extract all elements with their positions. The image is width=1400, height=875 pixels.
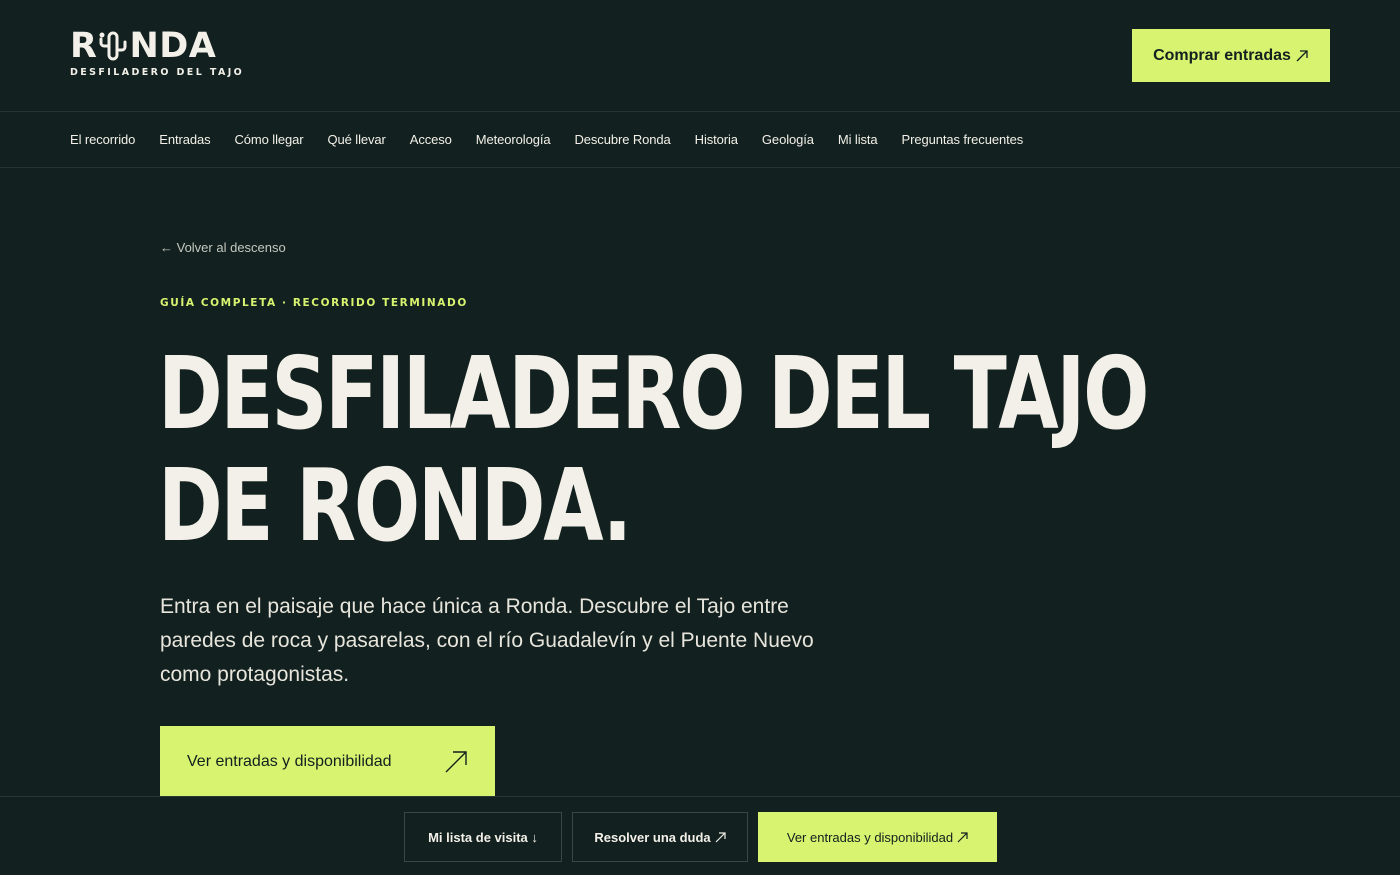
nav-item-recorrido[interactable]: El recorrido	[70, 132, 135, 147]
page-title-line-2: DE RONDA.	[158, 447, 632, 564]
cactus-logo-icon	[99, 31, 127, 61]
logo-letter-r: R	[70, 26, 98, 66]
nav-item-mi-lista[interactable]: Mi lista	[838, 132, 878, 147]
hero-description: Entra en el paisaje que hace única a Ron…	[160, 595, 814, 686]
buy-tickets-label: Comprar entradas	[1153, 46, 1291, 64]
ask-question-button[interactable]: Resolver una duda	[572, 812, 748, 862]
nav-item-acceso[interactable]: Acceso	[410, 132, 452, 147]
page-title-line-1: DESFILADERO DEL TAJO	[158, 335, 1149, 452]
sticky-action-bar: Mi lista de visita ↓ Resolver una duda V…	[0, 796, 1400, 875]
arrow-up-right-icon	[1296, 49, 1308, 61]
site-header: R NDA DESFILADERO DEL TAJO Comprar entra…	[0, 0, 1400, 112]
logo-subtitle: DESFILADERO DEL TAJO	[70, 67, 245, 78]
page-title: DESFILADERO DEL TAJO DE RONDA.	[158, 335, 1149, 564]
arrow-up-right-icon	[957, 831, 968, 842]
page: R NDA DESFILADERO DEL TAJO Comprar entra…	[0, 0, 1400, 875]
nav-item-entradas[interactable]: Entradas	[159, 132, 210, 147]
visit-list-button[interactable]: Mi lista de visita ↓	[404, 812, 562, 862]
view-tickets-label: Ver entradas y disponibilidad	[187, 753, 392, 770]
logo-letters-nda: NDA	[129, 26, 217, 66]
arrow-up-right-icon	[715, 831, 726, 842]
arrow-up-right-icon	[445, 751, 467, 773]
ask-question-label: Resolver una duda	[594, 829, 711, 845]
nav-item-que-llevar[interactable]: Qué llevar	[328, 132, 386, 147]
back-link[interactable]: ← Volver al descenso	[160, 240, 286, 255]
bottom-view-tickets-label: Ver entradas y disponibilidad	[786, 829, 954, 845]
nav-item-meteorologia[interactable]: Meteorología	[476, 132, 551, 147]
bottom-view-tickets-button[interactable]: Ver entradas y disponibilidad	[758, 812, 997, 862]
nav-item-historia[interactable]: Historia	[695, 132, 738, 147]
nav-item-geologia[interactable]: Geología	[762, 132, 814, 147]
nav-item-preguntas[interactable]: Preguntas frecuentes	[902, 132, 1024, 147]
visit-list-label: Mi lista de visita ↓	[428, 829, 538, 845]
view-tickets-button[interactable]: Ver entradas y disponibilidad	[160, 726, 495, 798]
buy-tickets-button[interactable]: Comprar entradas	[1132, 29, 1330, 82]
nav-item-como-llegar[interactable]: Cómo llegar	[235, 132, 304, 147]
nav-item-descubre-ronda[interactable]: Descubre Ronda	[574, 132, 670, 147]
hero-eyebrow: GUÍA COMPLETA · RECORRIDO TERMINADO	[160, 297, 468, 309]
logo-wordmark: R NDA	[70, 28, 250, 64]
logo[interactable]: R NDA DESFILADERO DEL TAJO	[70, 28, 250, 80]
main-nav: El recorrido Entradas Cómo llegar Qué ll…	[0, 112, 1400, 168]
